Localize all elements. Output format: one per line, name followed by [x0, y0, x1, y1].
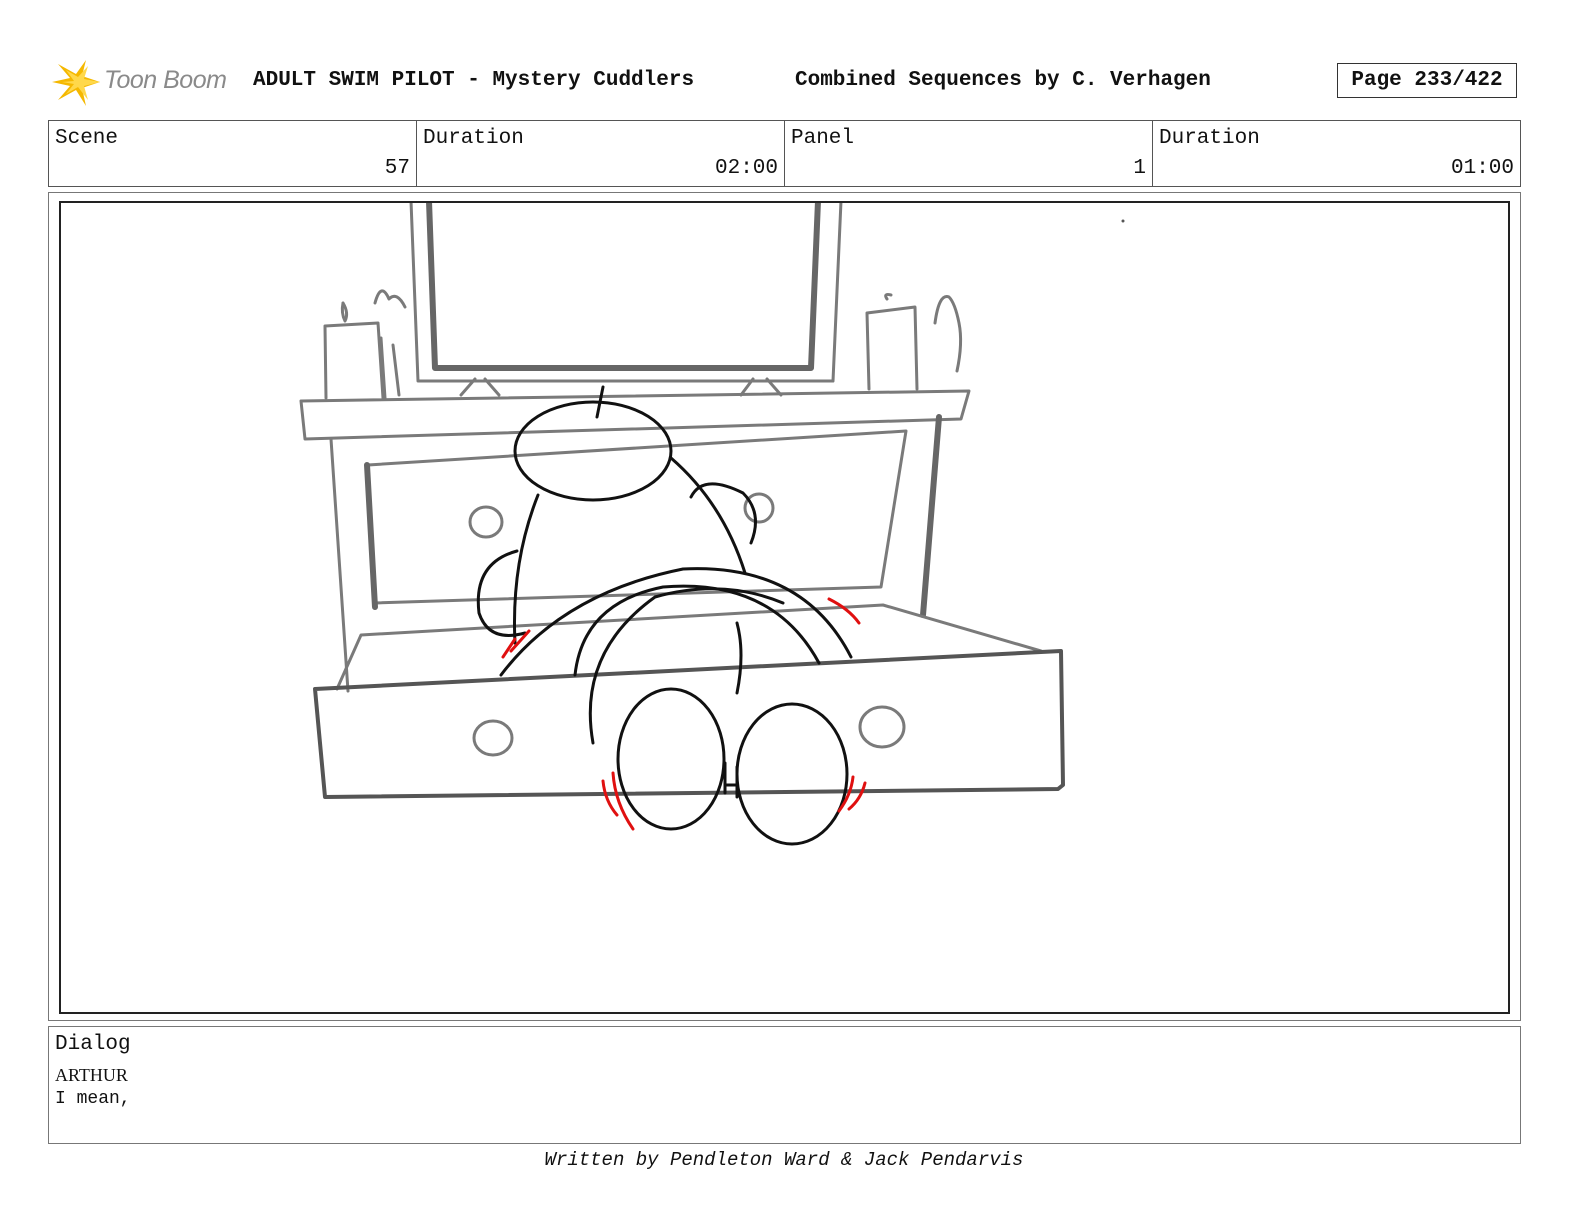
scene-duration-cell: Duration 02:00: [417, 121, 785, 186]
scene-info-table: Scene 57 Duration 02:00 Panel 1 Duration…: [48, 120, 1521, 187]
scene-duration-label: Duration: [423, 127, 524, 150]
storyboard-drawing: [59, 201, 1510, 1014]
scene-cell: Scene 57: [49, 121, 417, 186]
sequence-subtitle: Combined Sequences by C. Verhagen: [795, 69, 1211, 92]
panel-duration-value: 01:00: [1450, 157, 1514, 180]
panel-duration-cell: Duration 01:00: [1153, 121, 1520, 186]
starburst-icon: [52, 60, 100, 106]
scene-value: 57: [384, 157, 410, 180]
sketch-illustration: [299, 203, 1125, 846]
project-title: ADULT SWIM PILOT - Mystery Cuddlers: [253, 69, 695, 92]
panel-cell: Panel 1: [785, 121, 1153, 186]
dialog-line: I mean,: [55, 1089, 131, 1109]
footer-credit: Written by Pendleton Ward & Jack Pendarv…: [544, 1149, 1024, 1171]
dialog-speaker: ARTHUR: [55, 1065, 128, 1085]
scene-duration-value: 02:00: [714, 157, 778, 180]
panel-duration-label: Duration: [1159, 127, 1260, 150]
dialog-label: Dialog: [55, 1033, 131, 1056]
scene-label: Scene: [55, 127, 119, 150]
dialog-box: Dialog ARTHUR I mean,: [48, 1026, 1521, 1144]
toon-boom-logo: Toon Boom: [52, 56, 242, 108]
page-header: Toon Boom ADULT SWIM PILOT - Mystery Cud…: [52, 56, 1538, 108]
page-number-badge: Page 233/422: [1337, 63, 1517, 98]
panel-value: 1: [1133, 157, 1146, 180]
storyboard-panel-frame: [48, 192, 1521, 1021]
logo-text: Toon Boom: [104, 66, 227, 94]
panel-label: Panel: [791, 127, 855, 150]
